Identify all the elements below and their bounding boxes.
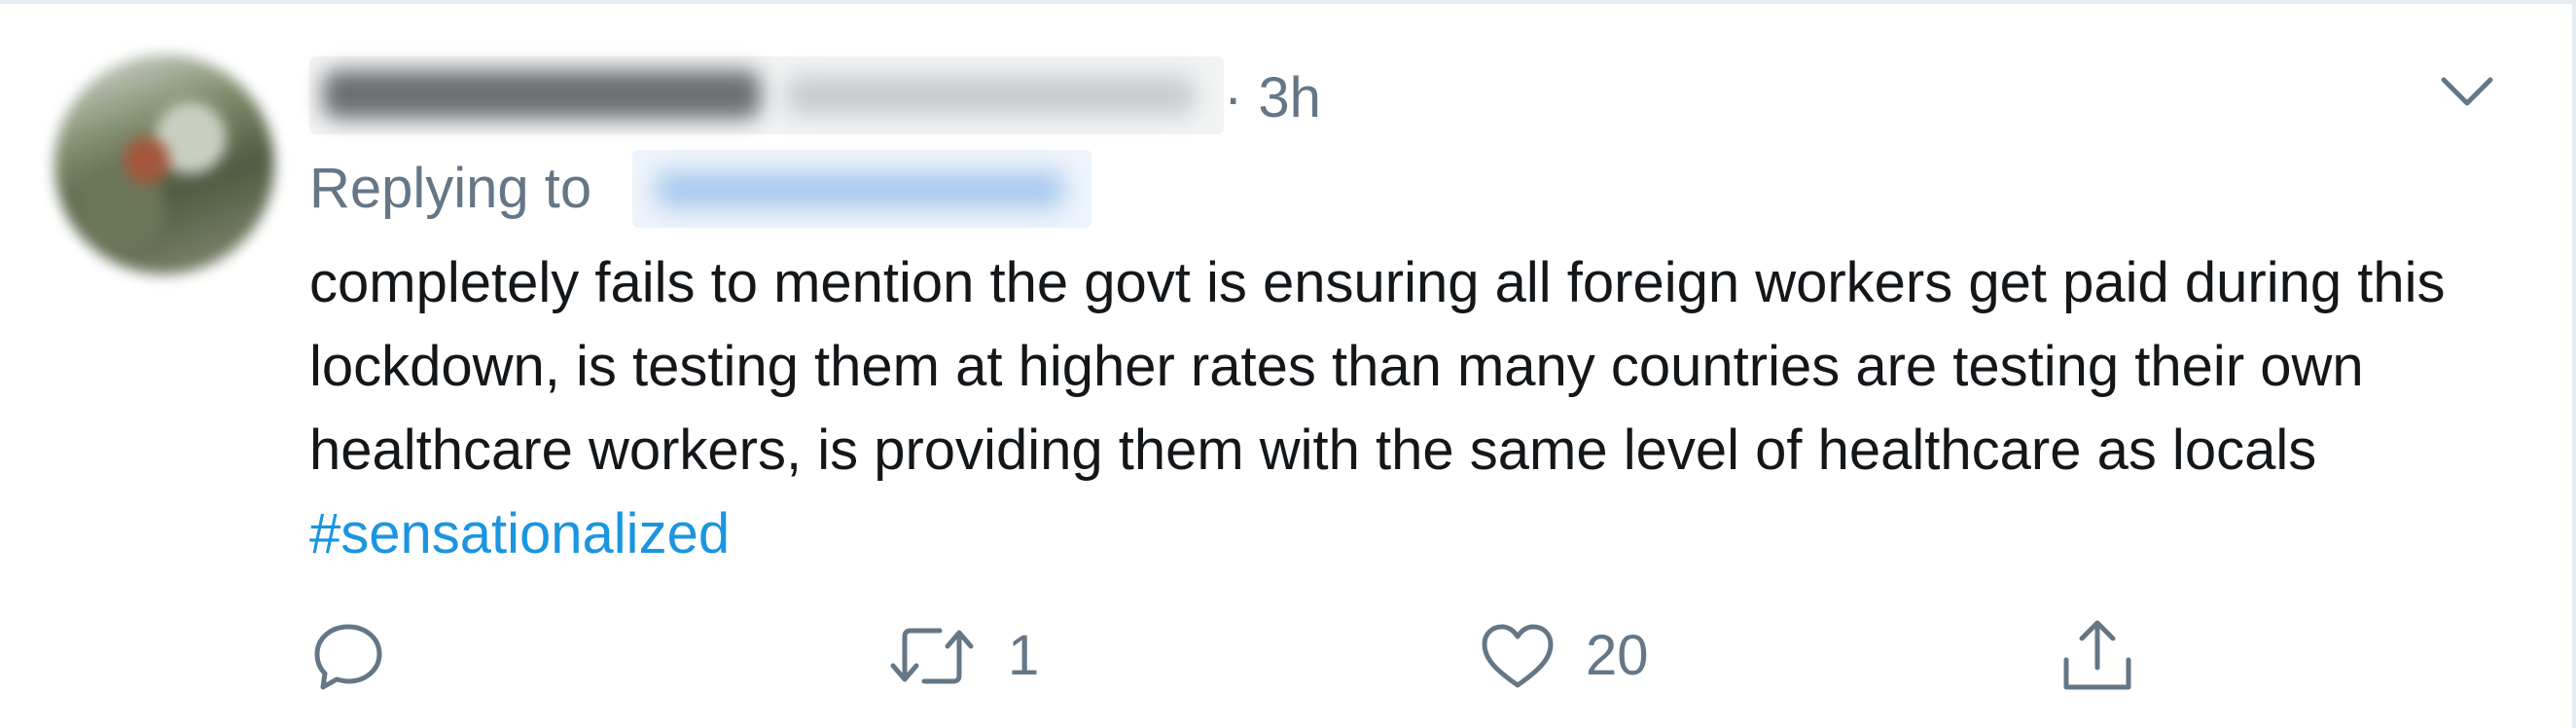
retweet-icon [890, 628, 974, 684]
tweet-timestamp[interactable]: · 3h [1224, 64, 1321, 132]
tweet[interactable]: · 3h Replying to completely fails to men… [0, 0, 2576, 728]
share-button[interactable] [2058, 607, 2136, 705]
like-button[interactable]: 20 [1479, 607, 1649, 705]
retweet-count: 1 [1008, 624, 1040, 687]
avatar[interactable] [54, 55, 274, 274]
like-count: 20 [1586, 624, 1649, 687]
replying-to-label: Replying to [309, 157, 592, 220]
tweet-actions: 1 20 [0, 607, 2576, 705]
handle-blur [786, 76, 1195, 115]
retweet-button[interactable]: 1 [885, 607, 1039, 705]
author-name-redacted[interactable] [309, 56, 1224, 134]
reply-handle-blur [656, 171, 1064, 208]
display-name-blur [323, 70, 761, 119]
tweet-text: completely fails to mention the govt is … [309, 241, 2537, 576]
reply-icon [314, 624, 382, 690]
tweet-body: completely fails to mention the govt is … [309, 251, 2446, 482]
reply-button[interactable] [309, 607, 387, 705]
chevron-down-icon[interactable] [2440, 74, 2494, 109]
heart-icon [1482, 624, 1554, 688]
hashtag-link[interactable]: #sensationalized [309, 502, 730, 565]
share-icon [2063, 620, 2131, 690]
replying-to-handle-redacted[interactable] [632, 150, 1091, 228]
